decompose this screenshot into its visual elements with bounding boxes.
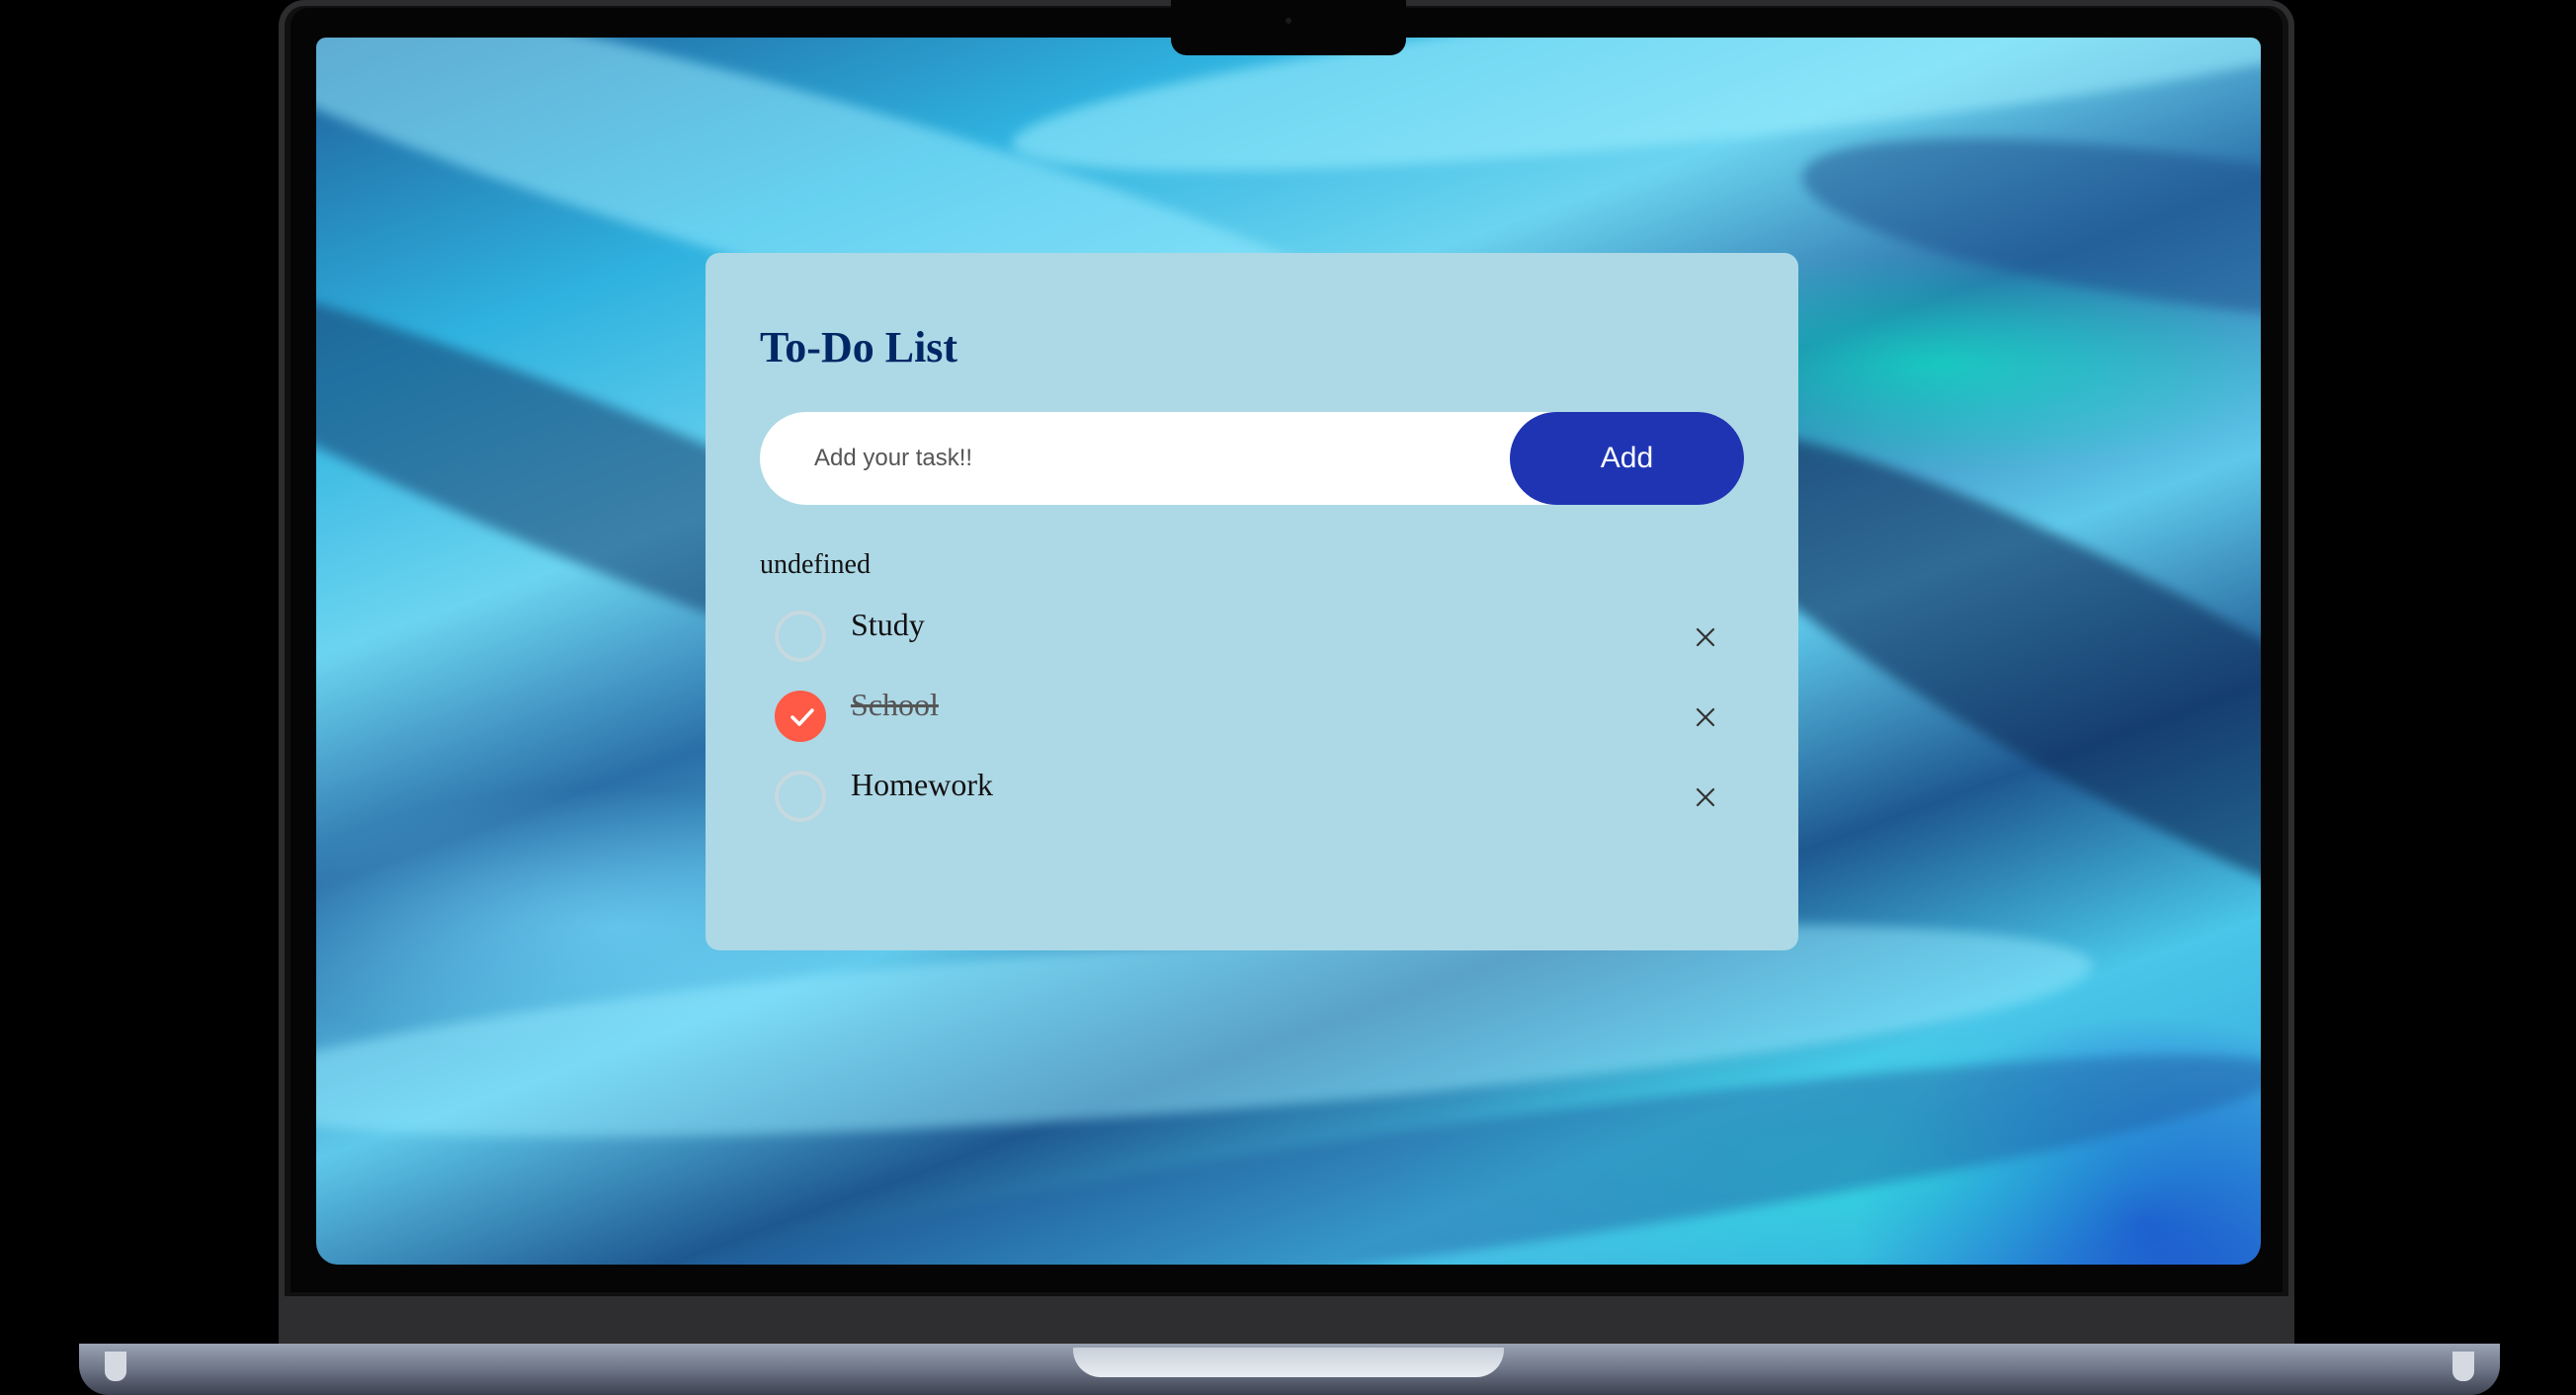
task-list: Study School Homework [760, 599, 1744, 839]
camera-icon [1286, 18, 1291, 24]
task-input[interactable] [760, 412, 1510, 505]
list-caption: undefined [760, 549, 871, 580]
list-item[interactable]: Study [760, 599, 1744, 679]
todo-app-card: To-Do List Add undefined Study School [706, 253, 1798, 950]
camera-notch [1171, 0, 1406, 55]
task-label[interactable]: Homework [851, 767, 993, 803]
close-icon[interactable] [1695, 786, 1716, 808]
list-item[interactable]: School [760, 679, 1744, 759]
list-item[interactable]: Homework [760, 759, 1744, 839]
laptop-foot-left [105, 1352, 126, 1381]
close-icon[interactable] [1695, 626, 1716, 648]
task-checkbox[interactable] [775, 611, 826, 662]
close-icon[interactable] [1695, 706, 1716, 728]
task-checkbox[interactable] [775, 771, 826, 822]
laptop-foot-right [2452, 1352, 2474, 1381]
task-checkbox-checked[interactable] [775, 691, 826, 742]
laptop-opening-groove [1073, 1348, 1504, 1377]
task-input-row: Add [760, 412, 1744, 505]
checkmark-icon [790, 708, 814, 726]
task-label[interactable]: School [851, 687, 939, 723]
page-title: To-Do List [760, 323, 958, 371]
task-label[interactable]: Study [851, 607, 925, 643]
add-task-button[interactable]: Add [1510, 412, 1744, 505]
laptop-hinge [279, 1296, 2294, 1346]
